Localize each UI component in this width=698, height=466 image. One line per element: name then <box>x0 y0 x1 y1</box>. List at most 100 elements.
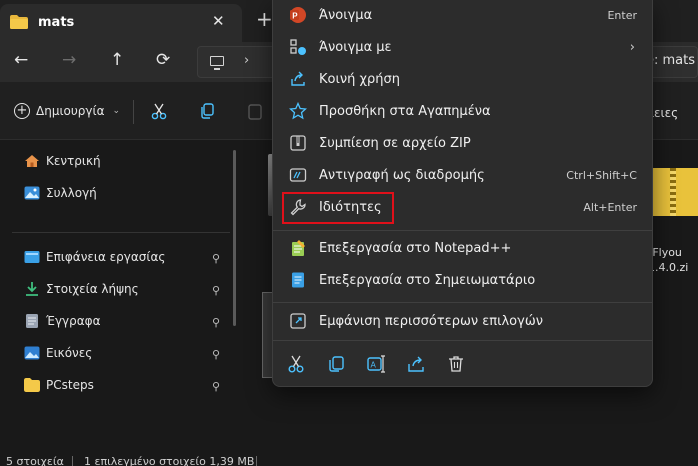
menu-item-open-with[interactable]: Άνοιγμα με › <box>277 32 649 62</box>
menu-item-show-more-options[interactable]: Εμφάνιση περισσότερων επιλογών <box>277 306 649 336</box>
create-new-button[interactable]: + Δημιουργία ⌄ <box>14 103 120 119</box>
address-path-fragment: e: mats <box>646 53 696 68</box>
zip-icon <box>290 135 306 151</box>
menu-item-label: Προσθήκη στα Αγαπημένα <box>319 103 491 119</box>
paste-icon[interactable] <box>246 102 264 120</box>
status-bar: 5 στοιχεία 1 επιλεγμένο στοιχείο 1,39 MB <box>0 450 698 466</box>
menu-item-open[interactable]: P Άνοιγμα Enter <box>277 0 649 30</box>
copy-path-icon <box>289 168 307 182</box>
menu-item-share[interactable]: Κοινή χρήση <box>277 64 649 94</box>
chevron-right-icon[interactable]: › <box>244 53 249 68</box>
home-icon <box>25 155 39 167</box>
folder-icon <box>10 15 28 29</box>
new-tab-button[interactable]: + <box>256 7 273 31</box>
cut-icon[interactable] <box>150 102 168 120</box>
share-icon <box>291 71 305 86</box>
sidebar-scrollbar[interactable] <box>233 150 236 326</box>
tab-title: mats <box>38 15 75 30</box>
up-button[interactable]: ↑ <box>110 50 124 70</box>
powerpoint-icon: P <box>290 7 306 23</box>
chevron-right-icon: › <box>629 39 635 55</box>
menu-item-copy-as-path[interactable]: Αντιγραφή ως διαδρομής Ctrl+Shift+C <box>277 160 649 190</box>
menu-item-compress-zip[interactable]: Συμπίεση σε αρχείο ZIP <box>277 128 649 158</box>
sidebar-item-label: Κεντρική <box>46 154 101 168</box>
copy-icon[interactable] <box>198 102 216 120</box>
menu-item-label: Κοινή χρήση <box>319 71 400 87</box>
sidebar-item-label: Στοιχεία λήψης <box>46 282 139 296</box>
sidebar-item-home[interactable]: Κεντρική <box>24 150 101 172</box>
this-pc-icon <box>210 56 224 70</box>
zip-archive-icon[interactable] <box>650 168 698 216</box>
sidebar-item-desktop[interactable]: Επιφάνεια εργασίας <box>24 246 165 268</box>
menu-item-label: Επεξεργασία στο Notepad++ <box>319 240 512 256</box>
documents-icon <box>26 314 38 328</box>
shortcut-label: Alt+Enter <box>583 200 637 214</box>
navigation-pane: Κεντρική Συλλογή Επιφάνεια εργασίας ⚲ Στ… <box>0 140 240 450</box>
desktop-icon <box>24 251 40 263</box>
create-label: Δημιουργία <box>36 104 105 118</box>
svg-text:P: P <box>292 12 298 21</box>
divider <box>72 456 73 466</box>
open-with-icon <box>290 39 306 55</box>
more-options-icon <box>290 313 306 329</box>
menu-item-label: Συμπίεση σε αρχείο ZIP <box>319 135 471 151</box>
notepad-icon <box>292 272 304 288</box>
properties-label-fragment[interactable]: ιειες <box>650 106 678 120</box>
folder-icon <box>24 378 40 392</box>
menu-item-label: Άνοιγμα <box>319 7 373 23</box>
menu-item-edit-notepad[interactable]: Επεξεργασία στο Σημειωματάριο <box>277 265 649 295</box>
sidebar-item-label: Συλλογή <box>46 186 97 200</box>
sidebar-item-label: Έγγραφα <box>46 314 101 328</box>
pin-icon[interactable]: ⚲ <box>212 252 220 265</box>
item-count: 5 στοιχεία <box>6 455 64 466</box>
sidebar-item-pcsteps[interactable]: PCsteps <box>24 374 94 396</box>
menu-item-edit-notepadpp[interactable]: Επεξεργασία στο Notepad++ <box>277 233 649 263</box>
menu-separator <box>273 230 652 231</box>
sidebar-item-label: Επιφάνεια εργασίας <box>46 250 166 264</box>
notepadpp-icon <box>292 240 305 256</box>
highlight-box <box>282 192 394 224</box>
share-icon[interactable] <box>406 354 426 374</box>
delete-icon[interactable] <box>446 354 466 374</box>
cut-icon[interactable] <box>286 354 306 374</box>
download-icon <box>26 282 38 296</box>
menu-item-label: Εμφάνιση περισσότερων επιλογών <box>319 313 543 329</box>
refresh-button[interactable]: ⟳ <box>156 50 170 70</box>
sidebar-item-pictures[interactable]: Εικόνες <box>24 342 92 364</box>
pin-icon[interactable]: ⚲ <box>212 284 220 297</box>
shortcut-label: Enter <box>607 8 637 22</box>
pin-icon[interactable]: ⚲ <box>212 380 220 393</box>
pin-icon[interactable]: ⚲ <box>212 348 220 361</box>
tab-mats[interactable]: mats ✕ <box>0 4 242 42</box>
context-menu: P Άνοιγμα Enter Άνοιγμα με › Κοινή χρήση… <box>272 0 653 387</box>
close-tab-icon[interactable]: ✕ <box>212 12 225 30</box>
forward-button[interactable]: → <box>62 50 76 70</box>
divider <box>133 100 134 124</box>
rename-icon[interactable]: A <box>366 354 386 374</box>
pictures-icon <box>24 346 40 360</box>
back-button[interactable]: ← <box>14 50 28 70</box>
chevron-down-icon: ⌄ <box>112 106 121 116</box>
menu-item-add-to-favorites[interactable]: Προσθήκη στα Αγαπημένα <box>277 96 649 126</box>
menu-item-label: Επεξεργασία στο Σημειωματάριο <box>319 272 536 288</box>
gallery-icon <box>24 186 40 200</box>
plus-icon: + <box>14 103 30 119</box>
divider <box>256 456 257 466</box>
menu-item-label: Άνοιγμα με <box>319 39 392 55</box>
svg-text:A: A <box>371 361 377 370</box>
file-name-fragment: tFlyou <box>648 246 682 259</box>
menu-separator <box>273 340 652 341</box>
sidebar-item-downloads[interactable]: Στοιχεία λήψης <box>24 278 139 300</box>
selection-info: 1 επιλεγμένο στοιχείο 1,39 MB <box>84 455 255 466</box>
copy-icon[interactable] <box>326 354 346 374</box>
shortcut-label: Ctrl+Shift+C <box>566 168 637 182</box>
divider <box>12 232 230 233</box>
menu-separator <box>273 302 652 303</box>
file-name-fragment: 1.4.0.zi <box>648 261 689 274</box>
sidebar-item-documents[interactable]: Έγγραφα <box>24 310 101 332</box>
star-icon <box>289 102 307 120</box>
sidebar-item-label: PCsteps <box>46 378 94 392</box>
sidebar-item-gallery[interactable]: Συλλογή <box>24 182 97 204</box>
pin-icon[interactable]: ⚲ <box>212 316 220 329</box>
sidebar-item-label: Εικόνες <box>46 346 93 360</box>
